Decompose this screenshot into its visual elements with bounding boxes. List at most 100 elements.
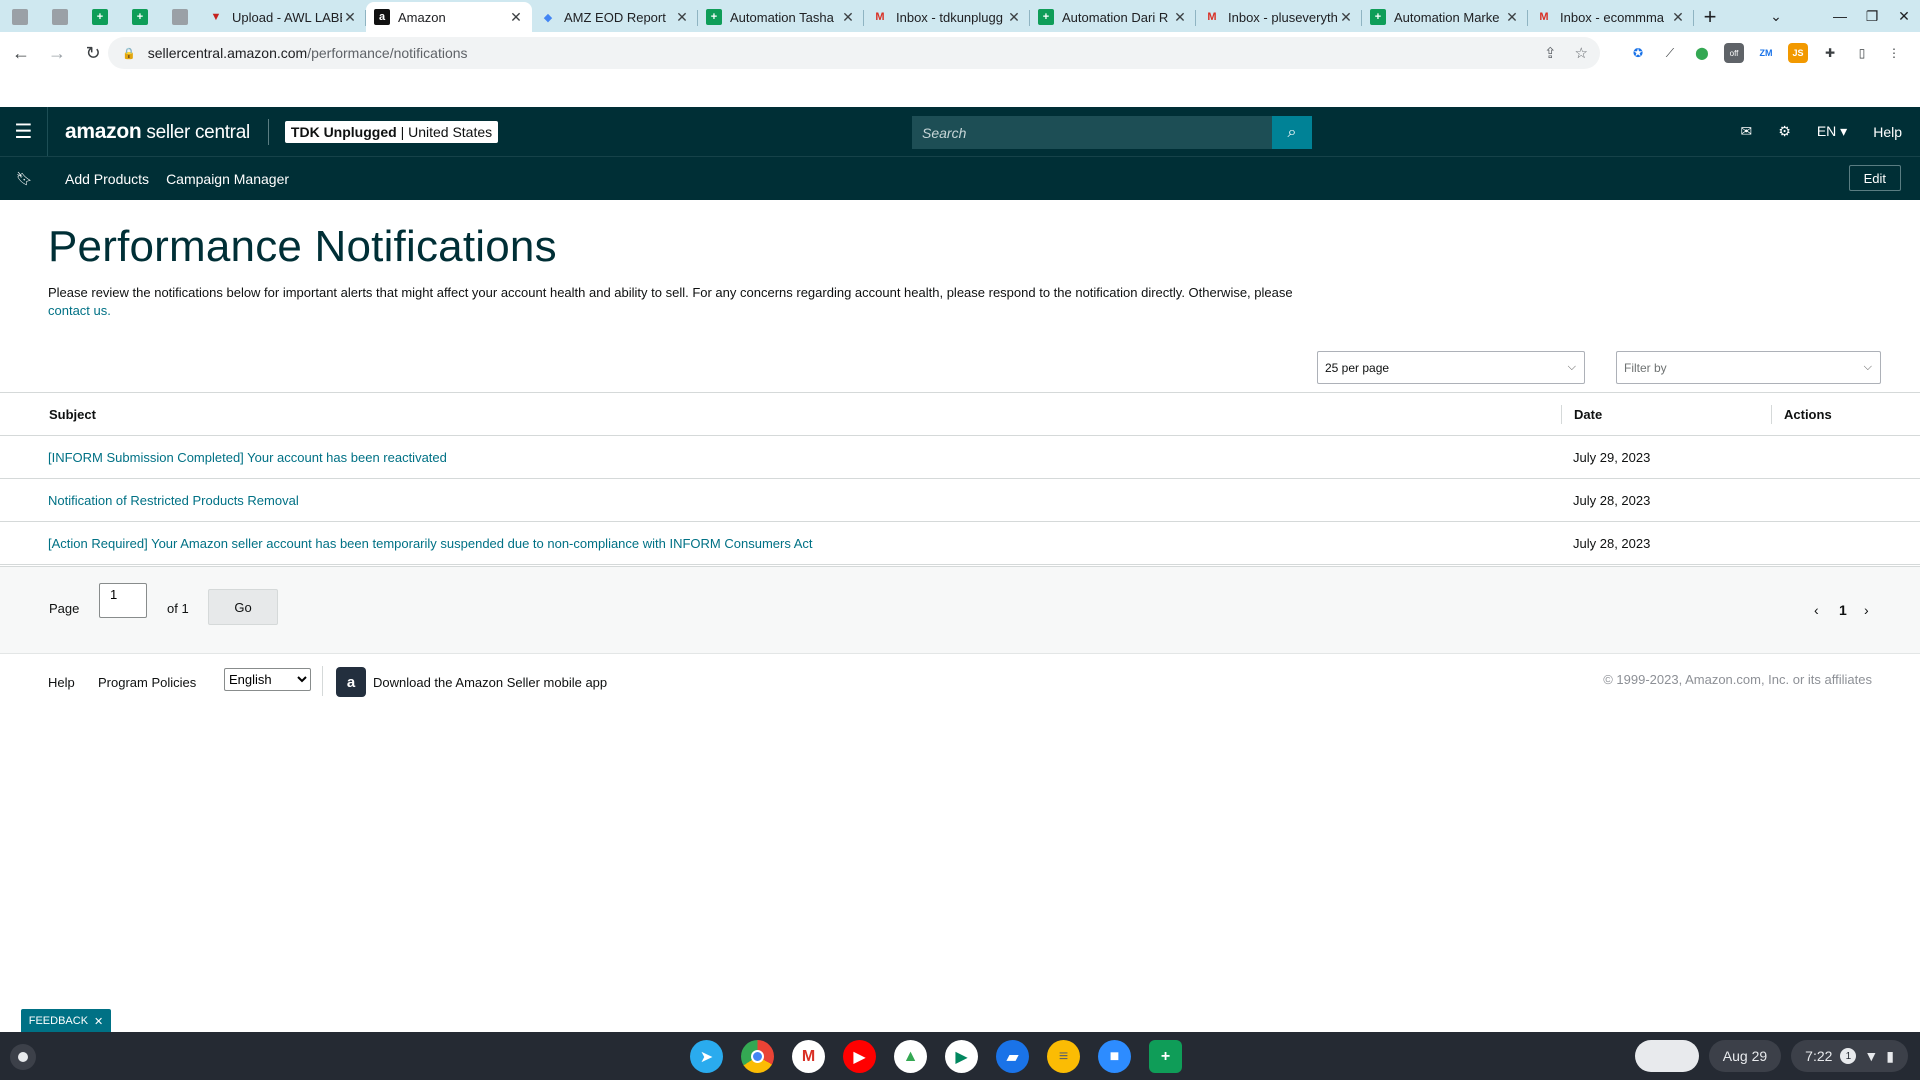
tab-amz-eod-report[interactable]: ◆ AMZ EOD Report ✕ <box>532 2 698 32</box>
keep-icon[interactable]: ≡ <box>1047 1040 1080 1073</box>
close-icon[interactable]: ✕ <box>1338 9 1354 26</box>
more-menu-icon[interactable]: ⋮ <box>1884 43 1904 63</box>
tab-automation-dari[interactable]: Automation Dari R✕ <box>1030 2 1196 32</box>
current-page-number[interactable]: 1 <box>1839 602 1847 618</box>
close-icon[interactable]: ✕ <box>508 9 524 26</box>
notification-subject-link[interactable]: [INFORM Submission Completed] Your accou… <box>48 436 447 479</box>
filter-by-select[interactable]: Filter by ⌵ <box>1616 351 1881 384</box>
minimize-icon[interactable]: — <box>1824 8 1856 24</box>
extension-icon[interactable]: JS <box>1788 43 1808 63</box>
close-icon[interactable]: ✕ <box>342 9 358 26</box>
close-icon[interactable]: ✕ <box>1172 9 1188 26</box>
forward-icon[interactable]: → <box>42 38 72 68</box>
new-tab-button[interactable]: + <box>1694 2 1726 32</box>
shelf-apps: ➤ M ▶ ▲ ▶ ▰ ≡ ■ + <box>690 1040 1182 1073</box>
youtube-icon[interactable]: ▶ <box>843 1040 876 1073</box>
close-icon[interactable]: ✕ <box>674 9 690 26</box>
close-icon[interactable]: ✕ <box>1006 9 1022 26</box>
close-window-icon[interactable]: ✕ <box>1888 8 1920 25</box>
launcher-icon[interactable] <box>10 1044 36 1070</box>
contact-us-link[interactable]: contact us. <box>48 303 111 318</box>
side-panel-icon[interactable]: ▯ <box>1852 43 1872 63</box>
pinned-tab-1[interactable] <box>0 2 40 32</box>
play-store-icon[interactable]: ▶ <box>945 1040 978 1073</box>
gmail-icon: M <box>875 11 885 23</box>
extension-icon[interactable]: ⟋ <box>1660 43 1680 63</box>
zoom-icon[interactable]: ■ <box>1098 1040 1131 1073</box>
footer-help-link[interactable]: Help <box>48 675 75 690</box>
page-number-input[interactable] <box>99 583 147 618</box>
tab-inbox-ecommma[interactable]: M Inbox - ecommma ✕ <box>1528 2 1694 32</box>
column-subject[interactable]: Subject <box>49 393 96 436</box>
tab-search-icon[interactable]: ⌄ <box>1760 8 1792 25</box>
tab-inbox-tdkunplugged[interactable]: M Inbox - tdkunplugg ✕ <box>864 2 1030 32</box>
google-drive-icon[interactable]: ▲ <box>894 1040 927 1073</box>
language-selector[interactable]: EN ▾ <box>1817 123 1847 140</box>
google-sheets-icon[interactable]: + <box>1149 1040 1182 1073</box>
window-controls: ⌄ — ❐ ✕ <box>1760 0 1920 32</box>
telegram-icon[interactable]: ➤ <box>690 1040 723 1073</box>
search-button[interactable]: ⌕ <box>1272 116 1312 149</box>
download-app-link[interactable]: Download the Amazon Seller mobile app <box>373 675 607 690</box>
pinned-tab-3[interactable] <box>80 2 120 32</box>
status-tray: Aug 29 7:22 1 ▼ ▮ <box>1634 1040 1920 1072</box>
footer-program-policies-link[interactable]: Program Policies <box>98 675 196 690</box>
pinned-tab-5[interactable] <box>160 2 200 32</box>
address-bar[interactable]: 🔒 sellercentral.amazon.com/performance/n… <box>108 37 1600 69</box>
battery-icon: ▮ <box>1886 1047 1894 1064</box>
date-display[interactable]: Aug 29 <box>1708 1040 1782 1072</box>
notification-date: July 28, 2023 <box>1573 536 1651 551</box>
extension-icon[interactable]: off <box>1724 43 1744 63</box>
next-page-icon[interactable]: › <box>1864 602 1869 618</box>
reload-icon[interactable]: ↻ <box>78 38 108 68</box>
quick-settings[interactable]: 7:22 1 ▼ ▮ <box>1791 1040 1908 1072</box>
back-icon[interactable]: ← <box>6 38 36 68</box>
tab-inbox-pluseverything[interactable]: M Inbox - pluseveryth ✕ <box>1196 2 1362 32</box>
tab-amazon[interactable]: a Amazon ✕ <box>366 2 532 32</box>
amazon-seller-central-logo[interactable]: amazon seller central <box>65 120 250 144</box>
phone-hub-icon[interactable] <box>1634 1040 1699 1072</box>
notification-subject-link[interactable]: [Action Required] Your Amazon seller acc… <box>48 522 813 565</box>
extension-icon[interactable]: ZM <box>1756 43 1776 63</box>
close-icon[interactable]: ✕ <box>1670 9 1686 26</box>
bookmark-star-icon[interactable]: ☆ <box>1575 44 1588 62</box>
notification-date: July 29, 2023 <box>1573 450 1651 465</box>
files-icon[interactable]: ▰ <box>996 1040 1029 1073</box>
restore-icon[interactable]: ❐ <box>1856 8 1888 25</box>
pinned-tab-2[interactable] <box>40 2 80 32</box>
gmail-icon[interactable]: M <box>792 1040 825 1073</box>
chrome-icon[interactable] <box>741 1040 774 1073</box>
tab-automation-tasha[interactable]: Automation Tasha✕ <box>698 2 864 32</box>
close-icon[interactable]: ✕ <box>840 9 856 26</box>
previous-page-icon[interactable]: ‹ <box>1814 602 1819 618</box>
close-icon[interactable]: ✕ <box>1504 9 1520 26</box>
pagination-bar: Page of 1 Go ‹ 1 › <box>0 566 1920 654</box>
edit-bookmarks-button[interactable]: Edit <box>1848 165 1901 191</box>
account-switcher[interactable]: TDK Unplugged | United States <box>284 120 499 143</box>
column-date[interactable]: Date <box>1560 393 1602 436</box>
footer-language-select[interactable]: English <box>224 668 311 691</box>
gear-icon[interactable]: ⚙ <box>1778 123 1791 140</box>
pinned-tab-4[interactable] <box>120 2 160 32</box>
notification-subject-link[interactable]: Notification of Restricted Products Remo… <box>48 479 299 522</box>
extension-icon[interactable]: ⬤ <box>1692 43 1712 63</box>
per-page-select[interactable]: 25 per page ⌵ <box>1317 351 1585 384</box>
awl-icon: ▼ <box>210 11 222 23</box>
amazon-seller-app-icon[interactable]: a <box>336 667 366 697</box>
bookmark-icon[interactable]: 🔖︎ <box>0 171 48 187</box>
nav-campaign-manager[interactable]: Campaign Manager <box>166 171 289 187</box>
share-icon[interactable]: ⇪ <box>1544 44 1557 62</box>
feedback-button[interactable]: FEEDBACK ✕ <box>21 1009 111 1033</box>
go-button[interactable]: Go <box>208 589 278 625</box>
hamburger-menu-icon[interactable]: ☰ <box>0 107 48 156</box>
help-link[interactable]: Help <box>1873 124 1902 140</box>
tab-automation-marke[interactable]: Automation Marke✕ <box>1362 2 1528 32</box>
tab-upload-awl[interactable]: ▼ Upload - AWL LABE ✕ <box>200 2 366 32</box>
search-input[interactable] <box>912 116 1272 149</box>
extensions-puzzle-icon[interactable]: ✚ <box>1820 43 1840 63</box>
nav-add-products[interactable]: Add Products <box>65 171 149 187</box>
mail-icon[interactable]: ✉ <box>1741 123 1753 140</box>
close-icon[interactable]: ✕ <box>94 1015 103 1028</box>
extension-icon[interactable]: ✪ <box>1628 43 1648 63</box>
page-count-label: of 1 <box>167 601 189 616</box>
